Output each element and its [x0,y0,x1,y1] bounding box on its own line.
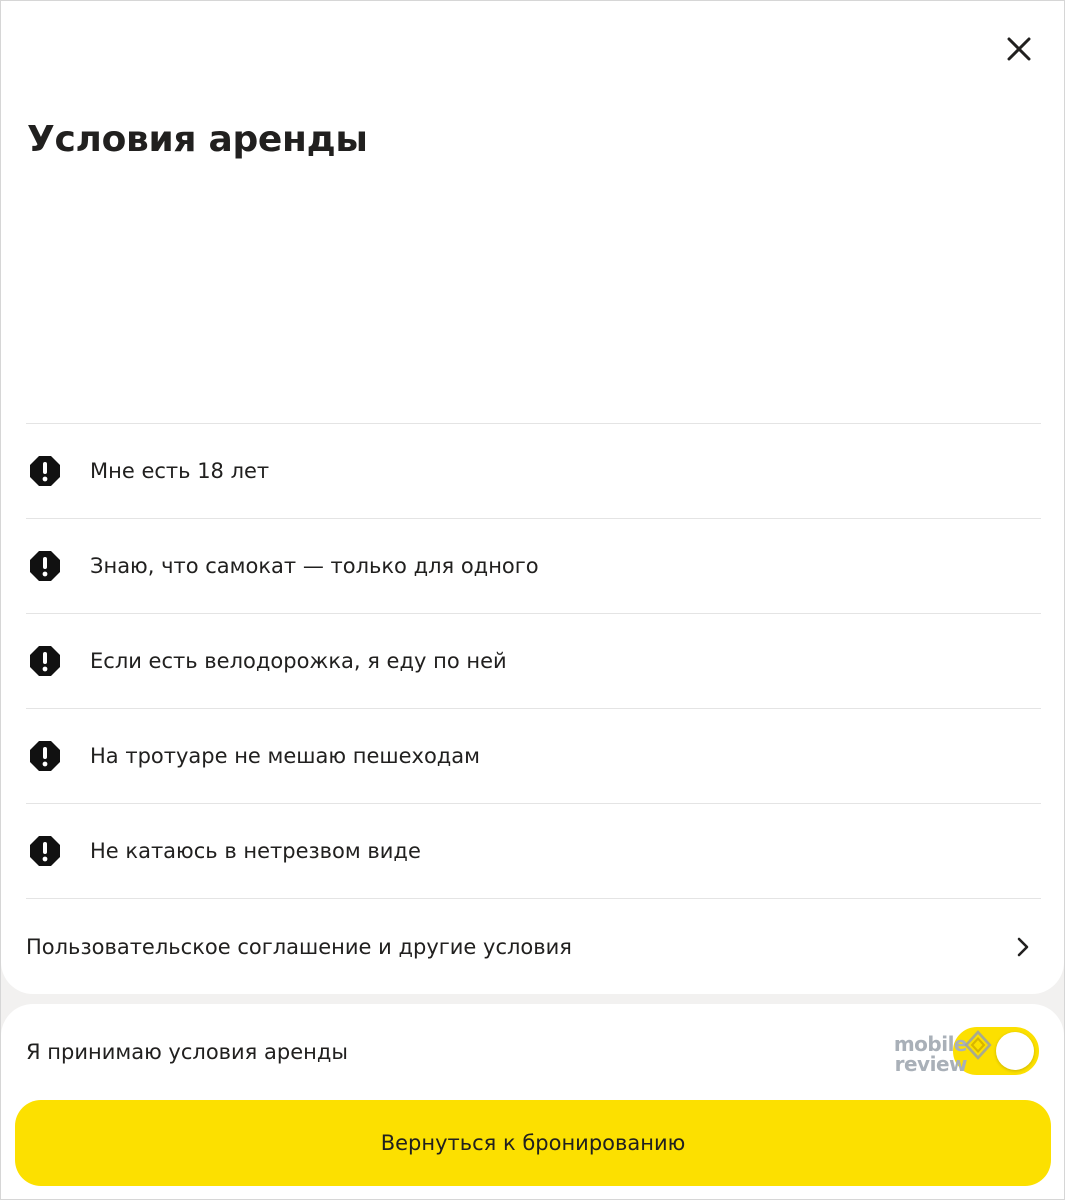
close-icon [1007,37,1031,61]
mobile-review-logo-icon [964,1030,992,1060]
warning-icon [28,549,62,583]
conditions-list: Мне есть 18 лет Знаю, что самокат — толь… [26,423,1041,994]
condition-text: Не катаюсь в нетрезвом виде [90,839,421,863]
warning-icon [28,739,62,773]
toggle-knob [996,1032,1034,1070]
chevron-right-icon [1011,935,1035,959]
watermark-line-1: mobile [893,1032,968,1056]
warning-icon [28,834,62,868]
page-title: Условия аренды [27,119,368,160]
user-agreement-link[interactable]: Пользовательское соглашение и другие усл… [26,898,1041,994]
condition-text: На тротуаре не мешаю пешеходам [90,744,481,768]
rental-terms-sheet: Условия аренды Мне есть 18 лет Знаю, что… [1,1,1064,994]
condition-item: Знаю, что самокат — только для одного [26,518,1041,613]
condition-item: Если есть велодорожка, я еду по ней [26,613,1041,708]
condition-text: Если есть велодорожка, я еду по ней [90,649,507,673]
condition-text: Мне есть 18 лет [90,459,270,483]
warning-icon [28,644,62,678]
condition-text: Знаю, что самокат — только для одного [90,554,539,578]
accept-terms-label: Я принимаю условия аренды [26,1040,348,1064]
accept-panel: Я принимаю условия аренды mobile review … [1,1004,1064,1199]
watermark-line-2: review [894,1052,968,1076]
close-button[interactable] [997,27,1041,71]
condition-item: Мне есть 18 лет [26,423,1041,518]
return-to-booking-button[interactable]: Вернуться к бронированию [15,1100,1051,1186]
user-agreement-label: Пользовательское соглашение и другие усл… [26,934,572,959]
mobile-review-watermark: mobile review [877,1032,968,1076]
condition-item: Не катаюсь в нетрезвом виде [26,803,1041,898]
warning-icon [28,454,62,488]
condition-item: На тротуаре не мешаю пешеходам [26,708,1041,803]
